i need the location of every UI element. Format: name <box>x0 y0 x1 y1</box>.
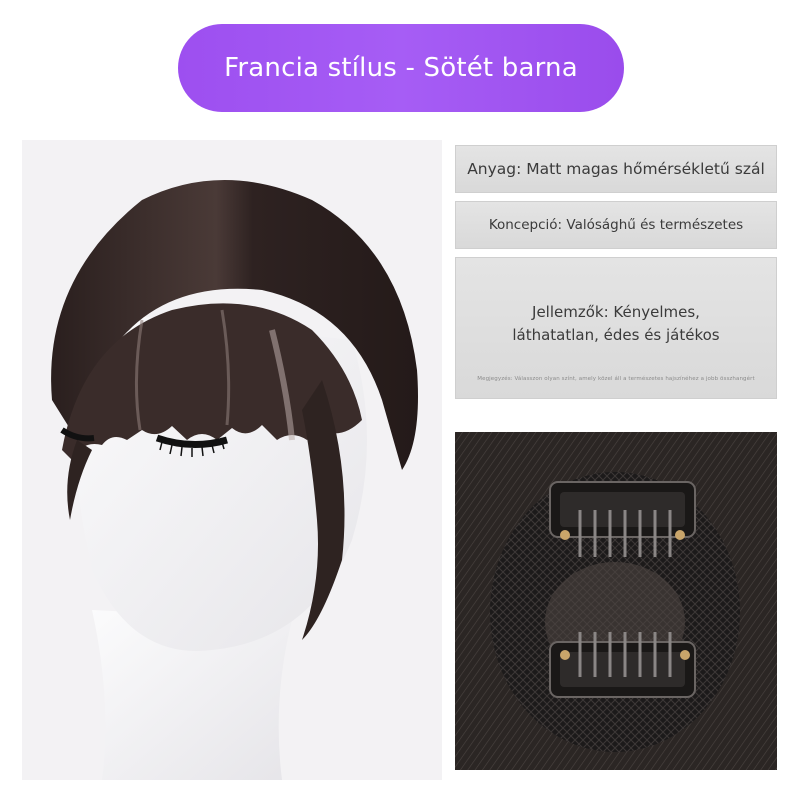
material-text: Anyag: Matt magas hőmérsékletű szál <box>467 160 765 178</box>
hairpiece-back-photo <box>455 432 777 770</box>
concept-text: Koncepció: Valósághű és természetes <box>488 217 744 233</box>
mannequin-illustration <box>51 180 418 780</box>
mannequin-photo <box>22 140 442 780</box>
title-text: Francia stílus - Sötét barna <box>224 53 578 83</box>
note-text: Megjegyzés: Válasszon olyan színt, amely… <box>477 376 755 382</box>
material-box: Anyag: Matt magas hőmérsékletű szál <box>455 145 777 193</box>
features-box: Jellemzők: Kényelmes, láthatatlan, édes … <box>455 257 777 399</box>
concept-box: Koncepció: Valósághű és természetes <box>455 201 777 249</box>
features-text: Jellemzők: Kényelmes, láthatatlan, édes … <box>512 303 720 344</box>
title-banner: Francia stílus - Sötét barna <box>178 24 624 112</box>
hairpiece-illustration <box>455 432 777 770</box>
